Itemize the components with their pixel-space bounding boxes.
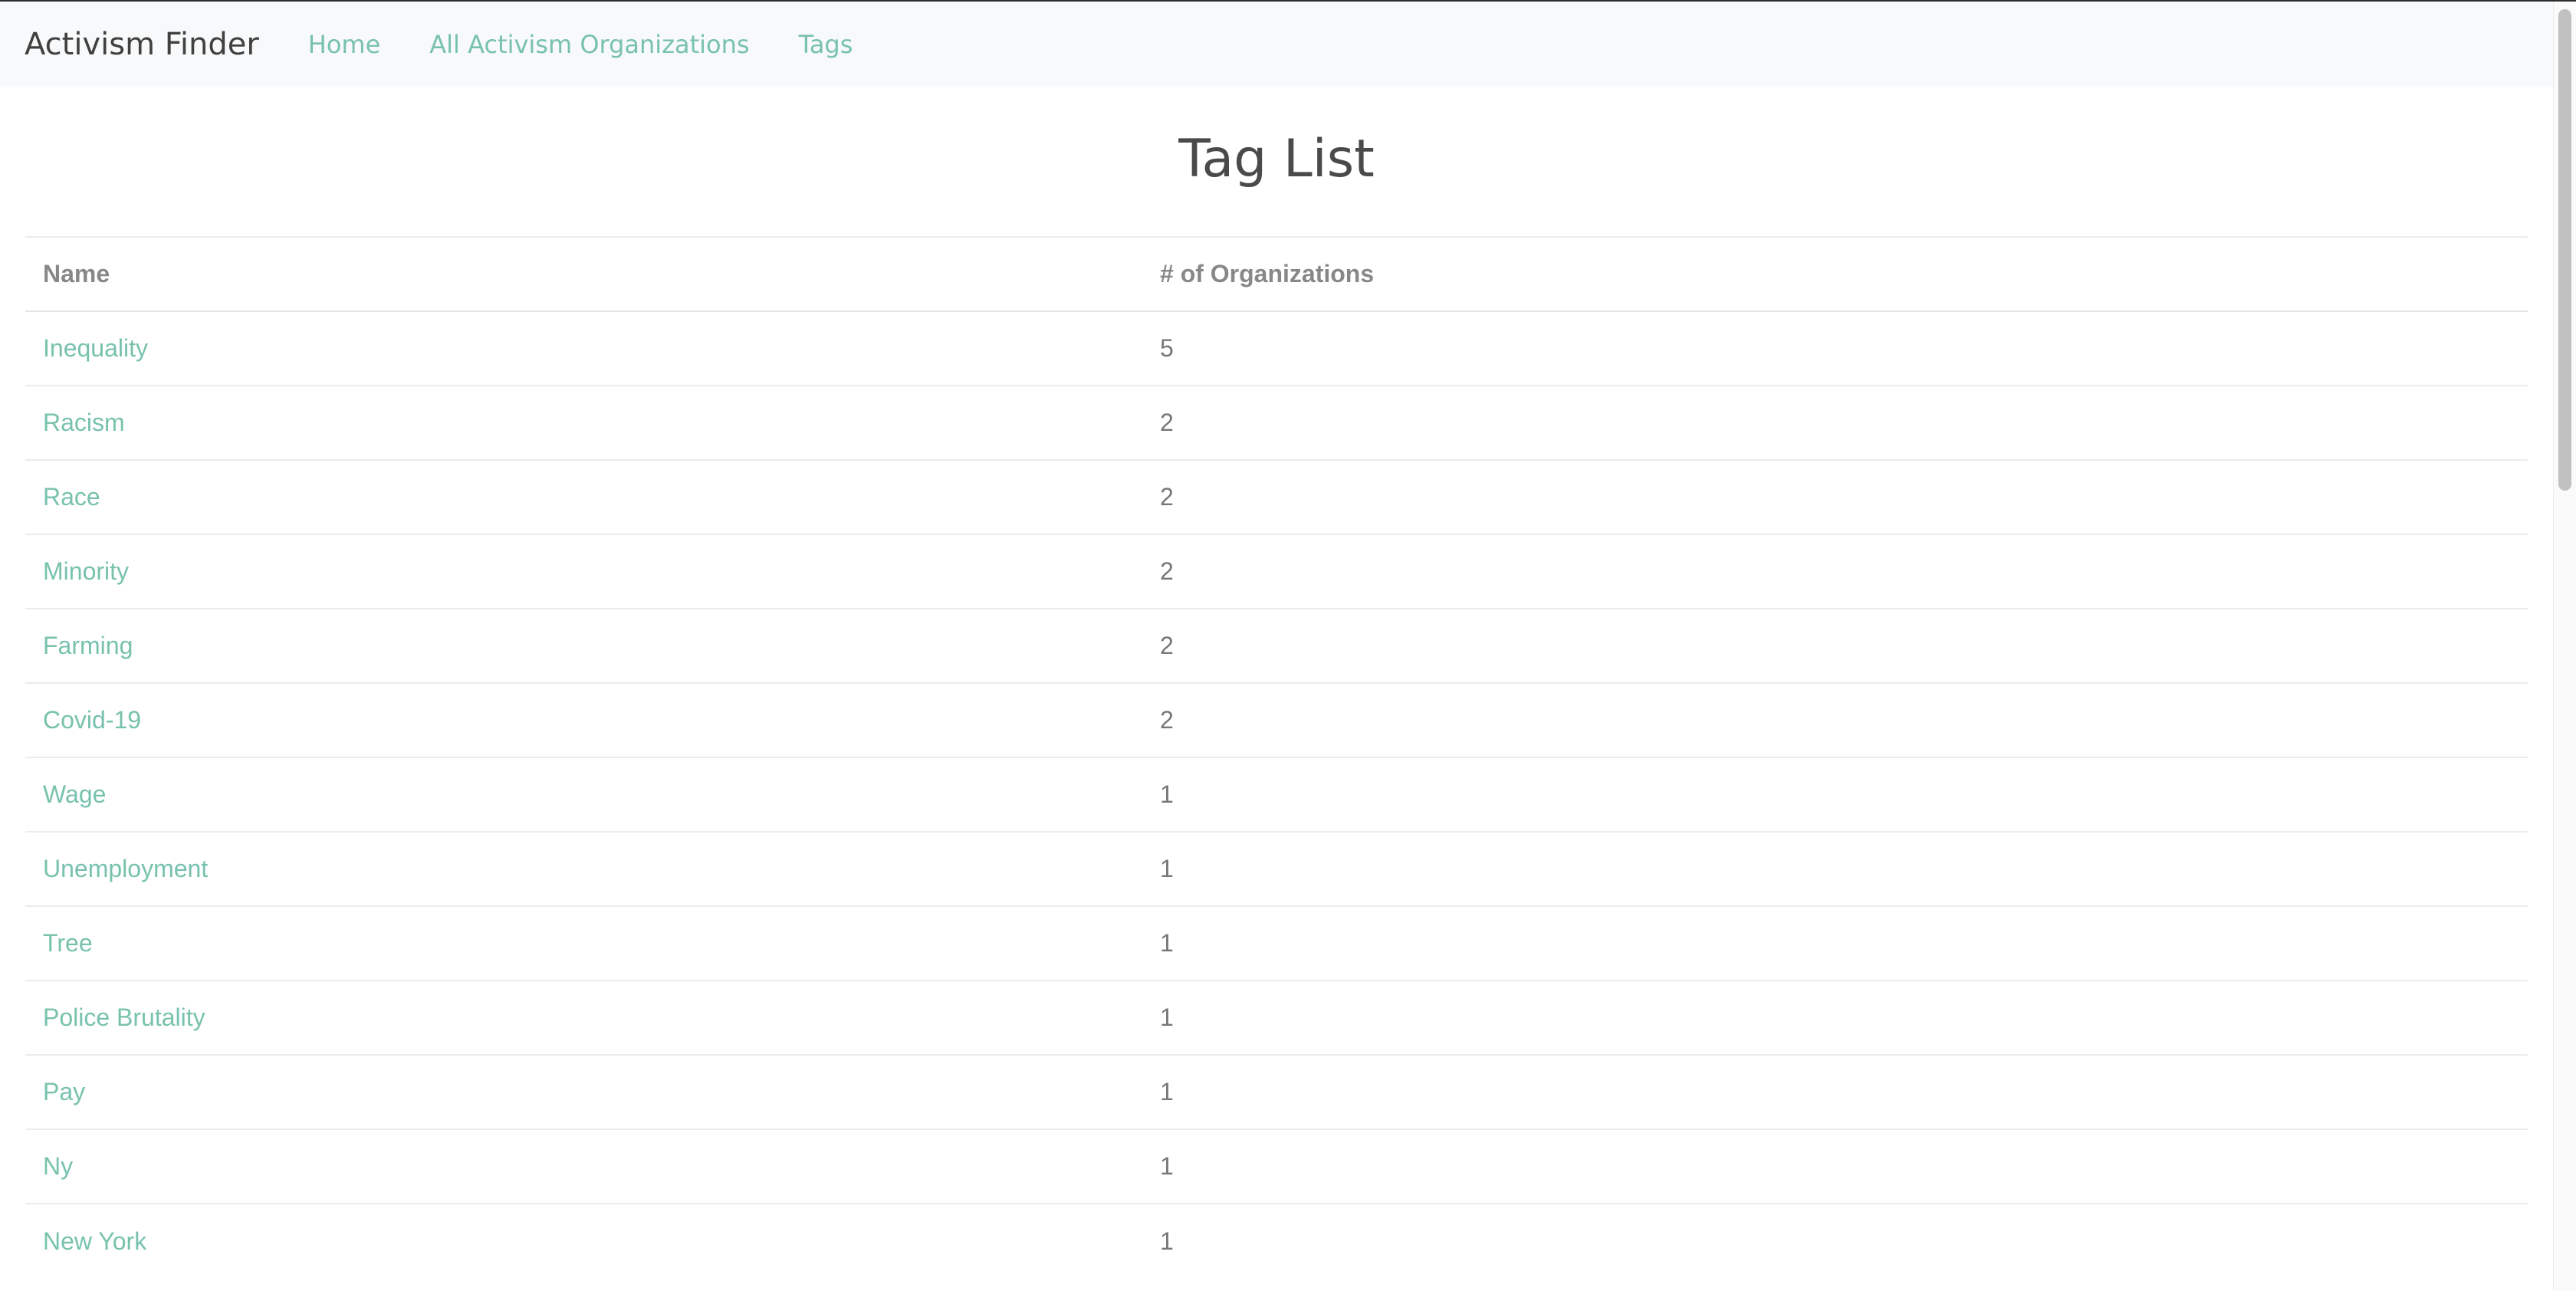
table-row: Inequality 5 [25,310,2528,386]
table-row: Wage 1 [25,757,2528,832]
organization-count-cell: 2 [1142,385,2528,460]
organization-count-cell: 2 [1142,534,2528,609]
organization-count-cell: 1 [1142,980,2528,1055]
organization-count-cell: 1 [1142,905,2528,981]
navbar: Activism Finder Home All Activism Organi… [0,2,2553,87]
tag-link[interactable]: Wage [43,780,106,808]
tag-link[interactable]: Farming [43,632,133,659]
nav-link-all-organizations[interactable]: All Activism Organizations [429,30,749,59]
tag-name-cell: Racism [25,385,1142,460]
tag-name-cell: Unemployment [25,831,1142,906]
tag-link[interactable]: Minority [43,557,129,585]
organization-count-cell: 1 [1142,1128,2528,1204]
tag-name-cell: Covid-19 [25,682,1142,757]
organization-count-cell: 1 [1142,831,2528,906]
brand-link[interactable]: Activism Finder [25,27,259,62]
organization-count-cell: 2 [1142,459,2528,534]
tag-name-cell: Pay [25,1054,1142,1129]
tag-link[interactable]: Inequality [43,334,148,362]
tag-link[interactable]: Racism [43,409,125,436]
tag-link[interactable]: New York [43,1227,146,1255]
organization-count-cell: 2 [1142,608,2528,683]
tag-name-cell: New York [25,1203,1142,1278]
table-row: Farming 2 [25,608,2528,683]
table-row: Ny 1 [25,1128,2528,1204]
tag-link[interactable]: Pay [43,1078,85,1105]
nav-link-tags[interactable]: Tags [799,30,853,59]
scrollbar-thumb[interactable] [2558,9,2571,491]
vertical-scrollbar[interactable] [2553,2,2576,1291]
table-row: Race 2 [25,459,2528,534]
browser-viewport: Activism Finder Home All Activism Organi… [0,0,2576,1291]
column-header-name: Name [25,236,1142,312]
organization-count-cell: 2 [1142,682,2528,757]
organization-count-cell: 1 [1142,1203,2528,1278]
table-row: Police Brutality 1 [25,980,2528,1055]
tag-link[interactable]: Police Brutality [43,1004,205,1031]
tag-name-cell: Farming [25,608,1142,683]
table-header: Name # of Organizations [25,236,2528,312]
table-header-row: Name # of Organizations [25,236,2528,312]
tag-name-cell: Race [25,459,1142,534]
tag-name-cell: Inequality [25,310,1142,386]
tag-link[interactable]: Race [43,483,100,511]
table-row: Minority 2 [25,534,2528,609]
table-row: Tree 1 [25,905,2528,981]
organization-count-cell: 5 [1142,310,2528,386]
column-header-organization-count: # of Organizations [1142,236,2528,312]
table-row: Pay 1 [25,1054,2528,1129]
table-row: New York 1 [25,1203,2528,1278]
organization-count-cell: 1 [1142,1054,2528,1129]
tag-name-cell: Police Brutality [25,980,1142,1055]
tag-name-cell: Ny [25,1128,1142,1204]
tag-link[interactable]: Tree [43,929,93,957]
table-row: Racism 2 [25,385,2528,460]
tag-link[interactable]: Covid-19 [43,706,141,734]
tag-link[interactable]: Unemployment [43,855,208,882]
page-title: Tag List [1178,129,1375,189]
tag-table: Name # of Organizations Inequality 5 Rac… [25,236,2528,1278]
nav-link-home[interactable]: Home [308,30,381,59]
tag-name-cell: Wage [25,757,1142,832]
tag-name-cell: Tree [25,905,1142,981]
table-row: Unemployment 1 [25,831,2528,906]
tag-link[interactable]: Ny [43,1152,73,1180]
table-body: Inequality 5 Racism 2 Race 2 Minority 2 … [25,310,2528,1278]
organization-count-cell: 1 [1142,757,2528,832]
tag-name-cell: Minority [25,534,1142,609]
table-row: Covid-19 2 [25,682,2528,757]
